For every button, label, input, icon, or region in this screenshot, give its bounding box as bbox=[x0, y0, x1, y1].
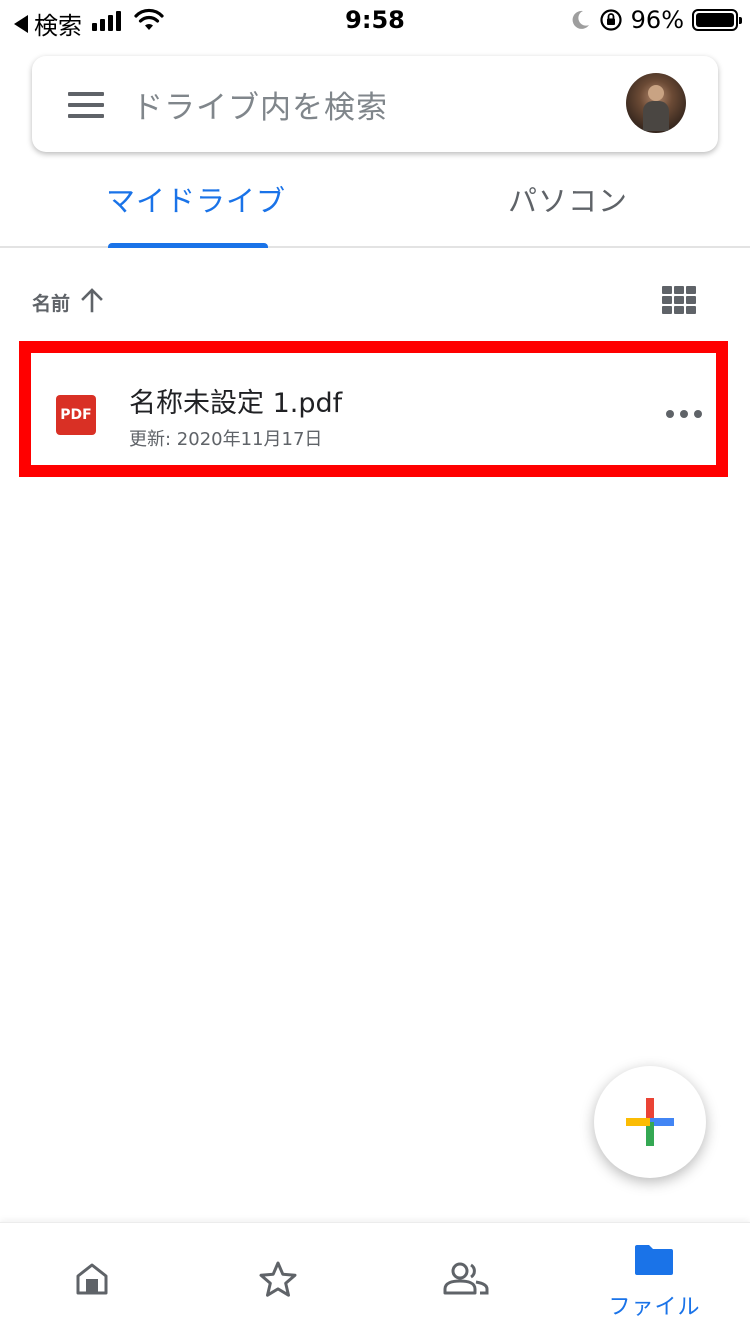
nav-files-label: ファイル bbox=[608, 1295, 701, 1320]
tab-bar: マイドライブ パソコン bbox=[0, 160, 750, 248]
file-modified-date: 更新: 2020年11月17日 bbox=[129, 429, 323, 450]
shared-icon bbox=[443, 1262, 489, 1295]
sort-row: 名前 bbox=[0, 270, 750, 330]
star-icon bbox=[259, 1261, 297, 1297]
active-tab-indicator bbox=[108, 243, 268, 248]
search-bar[interactable]: ドライブ内を検索 bbox=[32, 56, 718, 152]
nav-files[interactable]: ファイル bbox=[561, 1223, 748, 1334]
status-bar: 検索 9:58 96% bbox=[0, 0, 750, 40]
file-name: 名称未設定 1.pdf bbox=[129, 388, 343, 419]
sort-by-name-button[interactable]: 名前 bbox=[32, 289, 70, 316]
pdf-file-icon: PDF bbox=[56, 395, 96, 435]
more-options-icon[interactable] bbox=[666, 399, 702, 429]
arrow-up-icon[interactable] bbox=[80, 287, 104, 313]
file-row[interactable]: PDF 名称未設定 1.pdf 更新: 2020年11月17日 bbox=[19, 341, 728, 477]
grid-view-icon[interactable] bbox=[662, 286, 696, 314]
nav-home[interactable] bbox=[0, 1223, 187, 1334]
search-input[interactable]: ドライブ内を検索 bbox=[132, 82, 388, 127]
tab-computers[interactable]: パソコン bbox=[508, 178, 628, 220]
folder-icon bbox=[635, 1245, 673, 1275]
home-icon bbox=[76, 1263, 108, 1295]
rotation-lock-icon bbox=[600, 9, 622, 31]
plus-icon bbox=[626, 1098, 674, 1146]
new-item-button[interactable] bbox=[594, 1066, 706, 1178]
nav-shared[interactable] bbox=[374, 1223, 561, 1334]
tab-my-drive[interactable]: マイドライブ bbox=[106, 178, 286, 220]
avatar[interactable] bbox=[626, 73, 686, 133]
battery-icon bbox=[692, 9, 742, 31]
bottom-navigation: ファイル bbox=[0, 1222, 750, 1334]
hamburger-menu-icon[interactable] bbox=[68, 92, 104, 118]
moon-icon bbox=[572, 10, 589, 29]
battery-percentage: 96% bbox=[630, 6, 684, 34]
nav-starred[interactable] bbox=[187, 1223, 374, 1334]
